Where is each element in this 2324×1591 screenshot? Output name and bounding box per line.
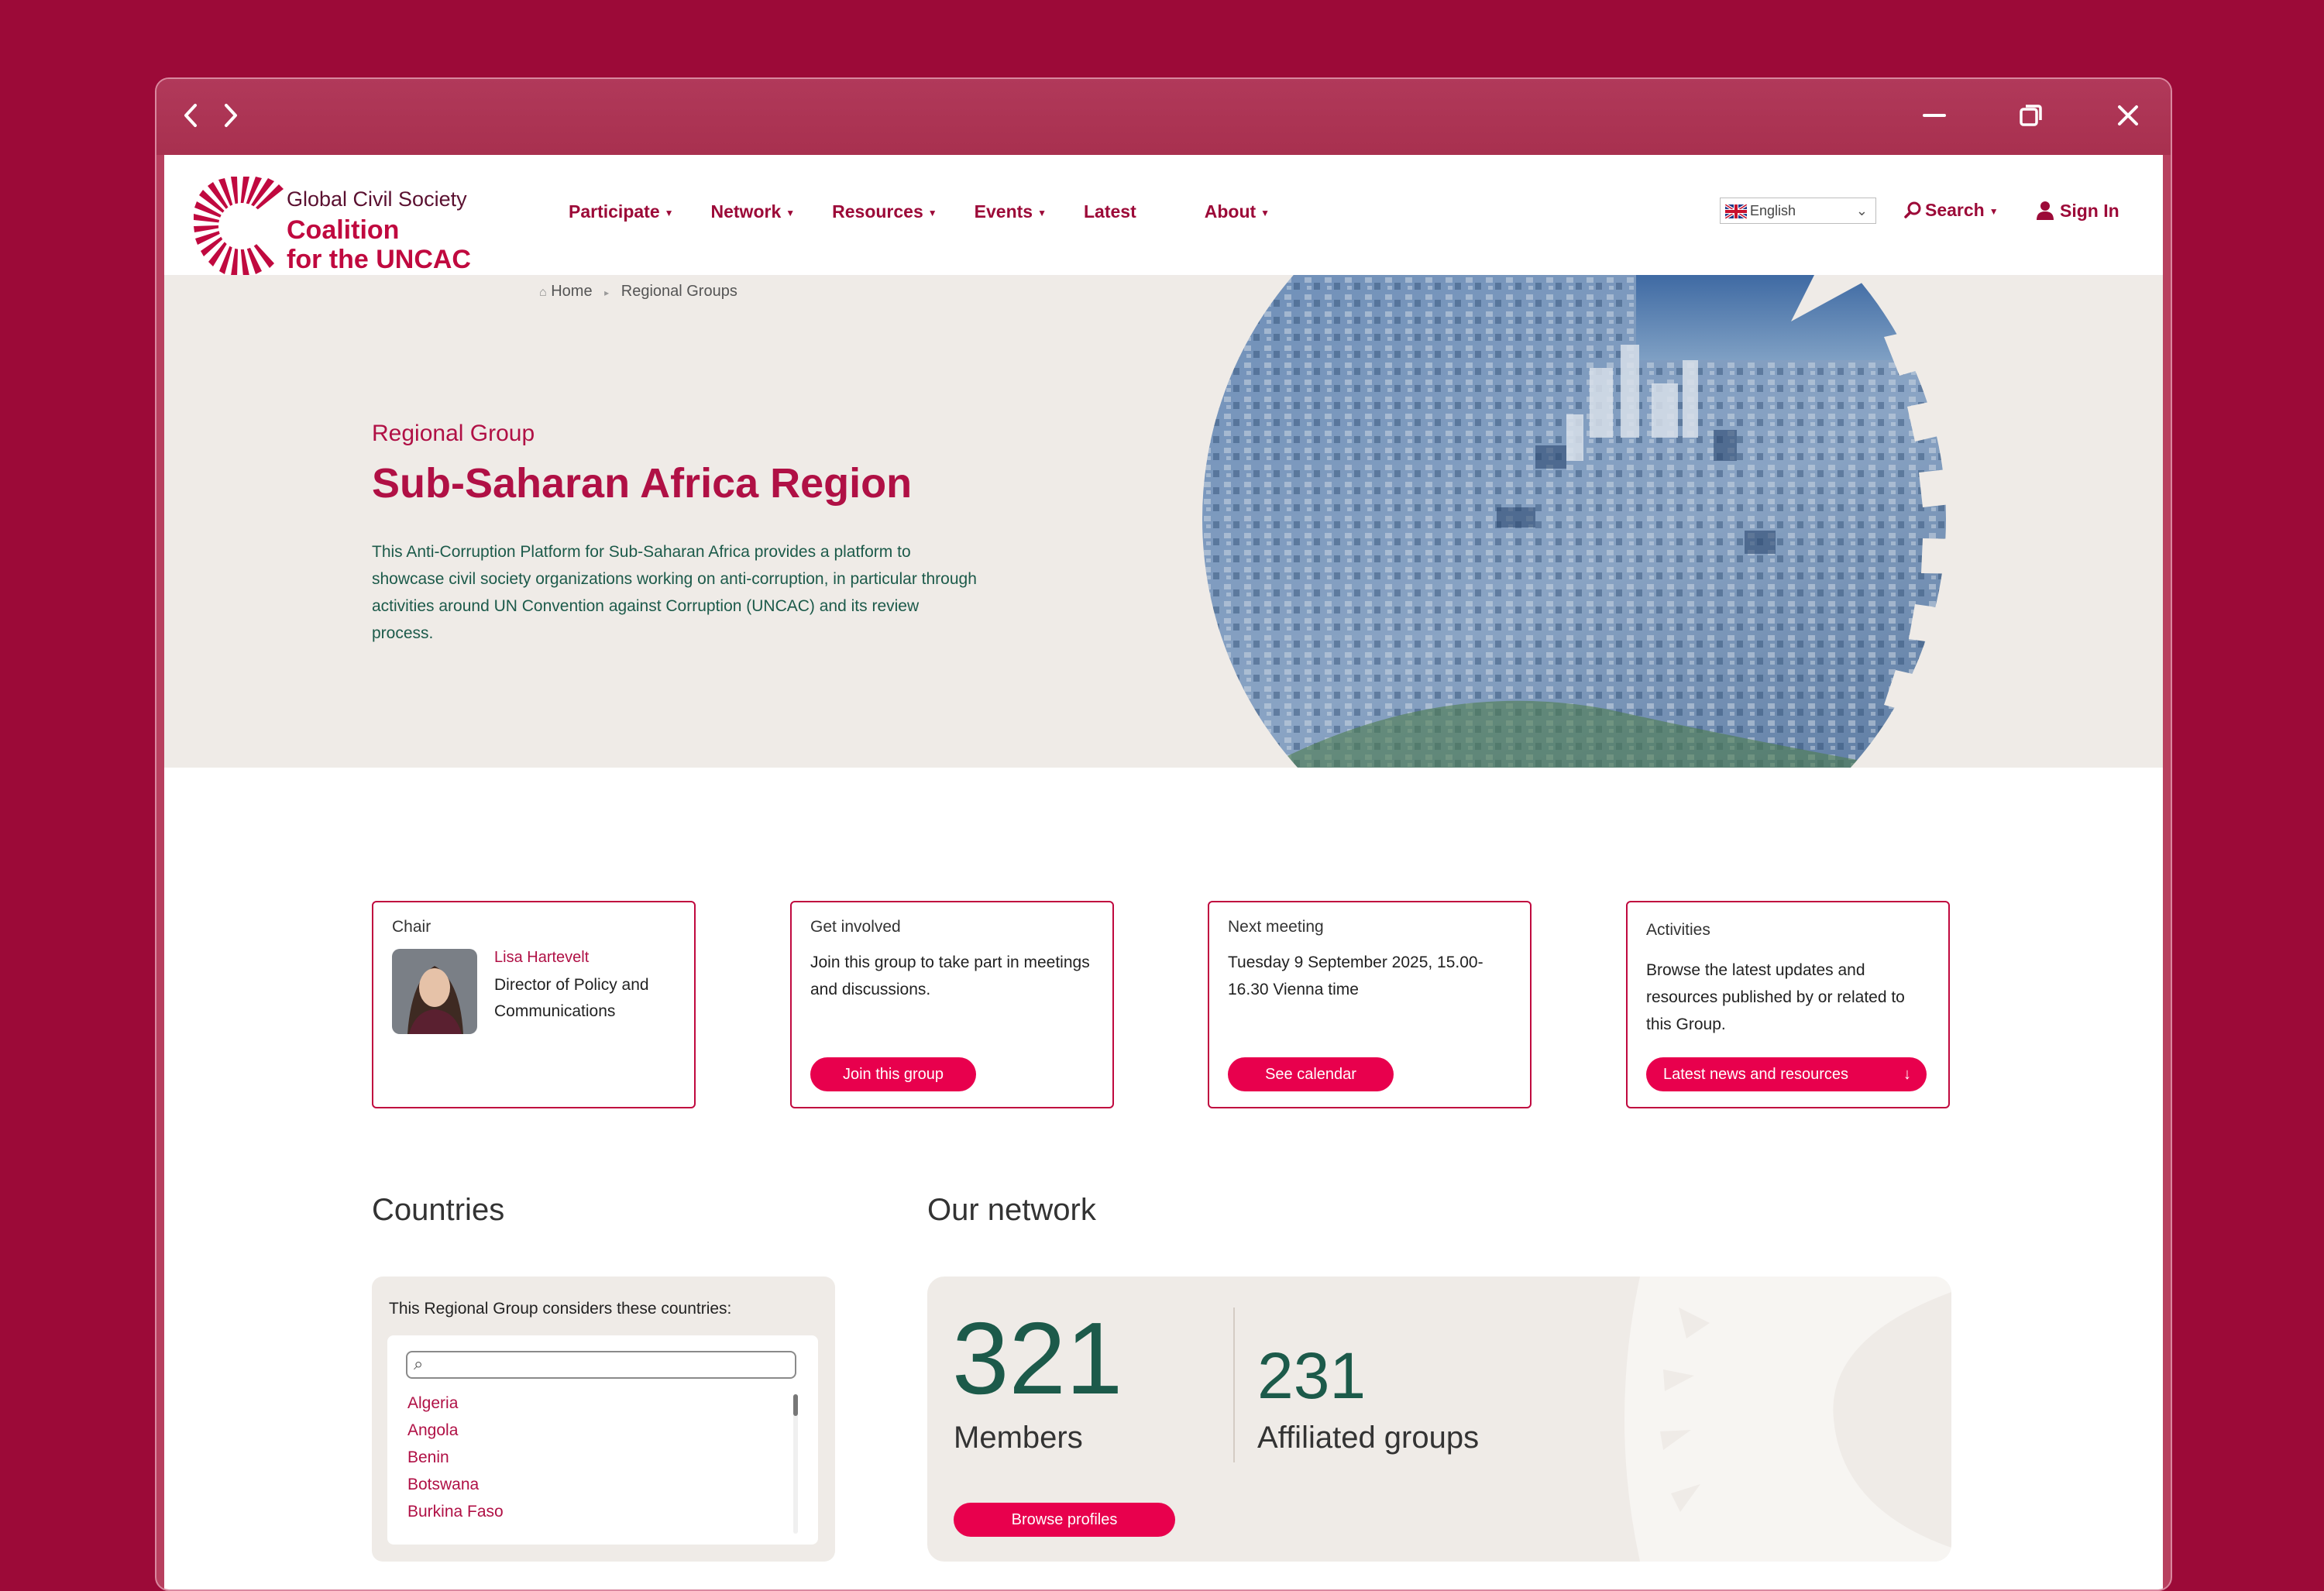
- search-icon: [1904, 201, 1921, 218]
- countries-heading: Countries: [372, 1193, 505, 1227]
- chevron-left-icon[interactable]: [172, 96, 211, 135]
- signin-button[interactable]: Sign In: [2035, 200, 2119, 222]
- page-title: Sub-Saharan Africa Region: [372, 460, 913, 507]
- caret-down-icon: ▼: [786, 207, 796, 218]
- next-meeting-card: Next meeting Tuesday 9 September 2025, 1…: [1208, 901, 1532, 1108]
- latest-news-button[interactable]: Latest news and resources ↓: [1646, 1057, 1927, 1091]
- nav-latest[interactable]: Latest: [1084, 201, 1136, 232]
- logo-burst-icon: [194, 177, 284, 277]
- breadcrumb-home[interactable]: Home: [551, 283, 592, 300]
- chevron-right-icon[interactable]: [211, 96, 249, 135]
- search-button[interactable]: Search ▼: [1903, 200, 1999, 221]
- breadcrumb-current: Regional Groups: [621, 283, 737, 300]
- groups-count: 231: [1257, 1339, 1367, 1412]
- next-meeting-text: Tuesday 9 September 2025, 15.00-16.30 Vi…: [1228, 954, 1483, 998]
- country-item[interactable]: Angola: [407, 1421, 458, 1440]
- chair-role: Director of Policy and Communications: [494, 976, 649, 1020]
- caret-down-icon: ▼: [1037, 207, 1047, 218]
- window-titlebar: [156, 79, 2171, 155]
- country-search-input[interactable]: ⌕: [406, 1351, 796, 1379]
- see-calendar-button[interactable]: See calendar: [1228, 1057, 1394, 1091]
- restore-icon[interactable]: [2012, 96, 2051, 135]
- country-item[interactable]: Algeria: [407, 1394, 458, 1413]
- scrollbar-thumb[interactable]: [793, 1394, 798, 1416]
- breadcrumb-separator-icon: ▸: [604, 287, 610, 298]
- next-meeting-label: Next meeting: [1228, 918, 1324, 936]
- nav-participate[interactable]: Participate ▼: [569, 201, 674, 232]
- country-item[interactable]: Botswana: [407, 1476, 479, 1494]
- activities-label: Activities: [1646, 921, 1710, 939]
- site-header: Global Civil Society Coalition for the U…: [164, 155, 2163, 277]
- country-item[interactable]: Benin: [407, 1448, 449, 1467]
- caret-down-icon: ▼: [1260, 207, 1270, 218]
- get-involved-card: Get involved Join this group to take par…: [790, 901, 1114, 1108]
- get-involved-text: Join this group to take part in meetings…: [810, 954, 1090, 998]
- main-nav: Participate ▼ Network ▼ Resources ▼ Events ▼…: [569, 201, 1307, 232]
- nav-network[interactable]: Network ▼: [711, 201, 796, 232]
- hero-banner: ⌂ Home ▸ Regional Groups Regional Group …: [164, 275, 2163, 768]
- countries-panel: This Regional Group considers these coun…: [372, 1277, 835, 1562]
- browser-window: Global Civil Society Coalition for the U…: [155, 77, 2172, 1591]
- get-involved-label: Get involved: [810, 918, 901, 936]
- nav-about[interactable]: About ▼: [1205, 201, 1270, 232]
- language-select[interactable]: English ⌄: [1720, 198, 1876, 224]
- chair-card: Chair Lisa Hartevelt Director of Policy …: [372, 901, 696, 1108]
- close-icon[interactable]: [2109, 96, 2147, 135]
- page-viewport: Global Civil Society Coalition for the U…: [164, 155, 2163, 1589]
- hero-intro: This Anti-Corruption Platform for Sub-Sa…: [372, 543, 977, 642]
- logo-line1: Global Civil Society: [287, 187, 467, 211]
- logo-line2-3: Coalition for the UNCAC: [287, 215, 471, 274]
- chevron-down-icon: ⌄: [1855, 203, 1868, 218]
- country-item[interactable]: Burkina Faso: [407, 1503, 504, 1521]
- minimize-icon[interactable]: [1915, 96, 1954, 135]
- hero-eyebrow: Regional Group: [372, 421, 535, 446]
- caret-down-icon: ▼: [927, 207, 937, 218]
- nav-events[interactable]: Events ▼: [975, 201, 1047, 232]
- countries-intro: This Regional Group considers these coun…: [389, 1300, 732, 1318]
- chair-avatar: [392, 949, 477, 1034]
- arrow-down-icon: ↓: [1903, 1066, 1911, 1083]
- members-label: Members: [954, 1421, 1083, 1455]
- chair-label: Chair: [392, 918, 431, 936]
- home-icon: ⌂: [539, 286, 547, 299]
- countries-list: ⌕ Algeria Angola Benin Botswana Burkina …: [387, 1335, 818, 1545]
- uk-flag-icon: [1725, 204, 1747, 219]
- network-panel: 321 Members 231 Affiliated groups Browse…: [927, 1277, 1951, 1562]
- chair-name-link[interactable]: Lisa Hartevelt: [494, 949, 589, 967]
- network-divider: [1233, 1308, 1235, 1462]
- groups-label: Affiliated groups: [1257, 1421, 1480, 1455]
- city-aerial-image: [1202, 275, 2163, 768]
- caret-down-icon: ▼: [1989, 205, 1999, 217]
- caret-down-icon: ▼: [664, 207, 674, 218]
- search-icon: ⌕: [414, 1354, 424, 1373]
- activities-text: Browse the latest updates and resources …: [1646, 961, 1905, 1033]
- decorative-burst: [1624, 1277, 1951, 1562]
- breadcrumb: ⌂ Home ▸ Regional Groups: [539, 283, 737, 301]
- join-group-button[interactable]: Join this group: [810, 1057, 976, 1091]
- network-heading: Our network: [927, 1193, 1096, 1227]
- browse-profiles-button[interactable]: Browse profiles: [954, 1503, 1175, 1537]
- nav-resources[interactable]: Resources ▼: [832, 201, 937, 232]
- activities-card: Activities Browse the latest updates and…: [1626, 901, 1950, 1108]
- user-icon: [2037, 201, 2054, 220]
- members-count: 321: [952, 1301, 1123, 1415]
